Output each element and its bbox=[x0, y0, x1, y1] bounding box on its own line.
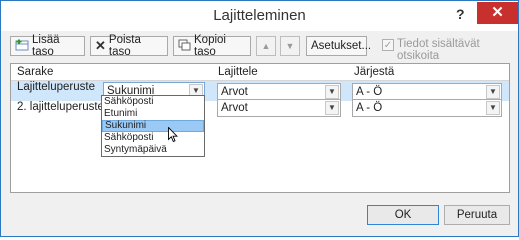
chevron-down-icon[interactable]: ▼ bbox=[486, 101, 500, 115]
headers-checkbox[interactable]: ✓ bbox=[382, 39, 394, 51]
row-1-sort-on-value: Arvot bbox=[221, 86, 248, 98]
add-level-label: Lisää taso bbox=[32, 34, 60, 58]
delete-x-icon: ✕ bbox=[95, 38, 106, 53]
close-button[interactable]: ✕ bbox=[477, 2, 518, 24]
dropdown-option[interactable]: Syntymäpäivä bbox=[102, 144, 204, 156]
row-2-order-value: A - Ö bbox=[356, 102, 383, 114]
dropdown-option[interactable]: Sähköposti bbox=[102, 132, 204, 144]
delete-level-button[interactable]: ✕ Poista taso bbox=[90, 34, 168, 58]
copy-level-label: Kopioi taso bbox=[194, 34, 226, 58]
sort-dialog: Lajitteleminen ? ✕ Lisää taso ✕ Poista t… bbox=[0, 0, 519, 237]
header-column: Sarake bbox=[17, 66, 54, 78]
header-order: Järjestä bbox=[354, 66, 395, 78]
copy-level-button[interactable]: Kopioi taso bbox=[173, 34, 251, 58]
copy-icon bbox=[178, 39, 191, 54]
cancel-button[interactable]: Peruuta bbox=[444, 205, 510, 225]
chevron-down-icon[interactable]: ▼ bbox=[486, 85, 500, 99]
ok-button[interactable]: OK bbox=[367, 205, 439, 225]
header-sort-on: Lajittele bbox=[218, 66, 258, 78]
add-level-button[interactable]: Lisää taso bbox=[10, 34, 85, 58]
dialog-title: Lajitteleminen bbox=[213, 7, 306, 24]
delete-level-label: Poista taso bbox=[108, 34, 141, 58]
chevron-down-icon[interactable]: ▼ bbox=[325, 101, 339, 115]
headers-checkbox-label: Tiedot sisältävät otsikoita bbox=[397, 38, 480, 62]
sort-levels-grid: Sarake Lajittele Järjestä Lajitteluperus… bbox=[10, 63, 510, 193]
move-down-button[interactable]: ▼ bbox=[280, 36, 300, 56]
move-up-button[interactable]: ▲ bbox=[256, 36, 276, 56]
row-2-order-select[interactable]: A - Ö ▼ bbox=[352, 99, 502, 117]
dropdown-option-selected[interactable]: Sukunimi bbox=[102, 120, 204, 132]
dropdown-option[interactable]: Etunimi bbox=[102, 108, 204, 120]
dropdown-option[interactable]: Sähköposti bbox=[102, 96, 204, 108]
row-2-sort-on-select[interactable]: Arvot ▼ bbox=[217, 99, 341, 117]
row-2-label: 2. lajitteluperuste bbox=[17, 101, 104, 113]
title-bar: Lajitteleminen ? ✕ bbox=[1, 1, 518, 31]
row-2-sort-on-value: Arvot bbox=[221, 102, 248, 114]
row-1-label: Lajitteluperuste bbox=[17, 81, 95, 93]
mouse-cursor-icon bbox=[168, 127, 178, 143]
add-level-icon bbox=[15, 39, 29, 54]
row-1-order-value: A - Ö bbox=[356, 86, 383, 98]
toolbar: Lisää taso ✕ Poista taso Kopioi taso ▲ ▼… bbox=[1, 34, 518, 62]
column-dropdown-list: Sähköposti Etunimi Sukunimi Sähköposti S… bbox=[101, 95, 205, 157]
options-button[interactable]: Asetukset... bbox=[306, 36, 371, 56]
chevron-down-icon[interactable]: ▼ bbox=[325, 85, 339, 99]
options-label: Asetukset... bbox=[311, 40, 372, 52]
help-button[interactable]: ? bbox=[456, 6, 465, 22]
